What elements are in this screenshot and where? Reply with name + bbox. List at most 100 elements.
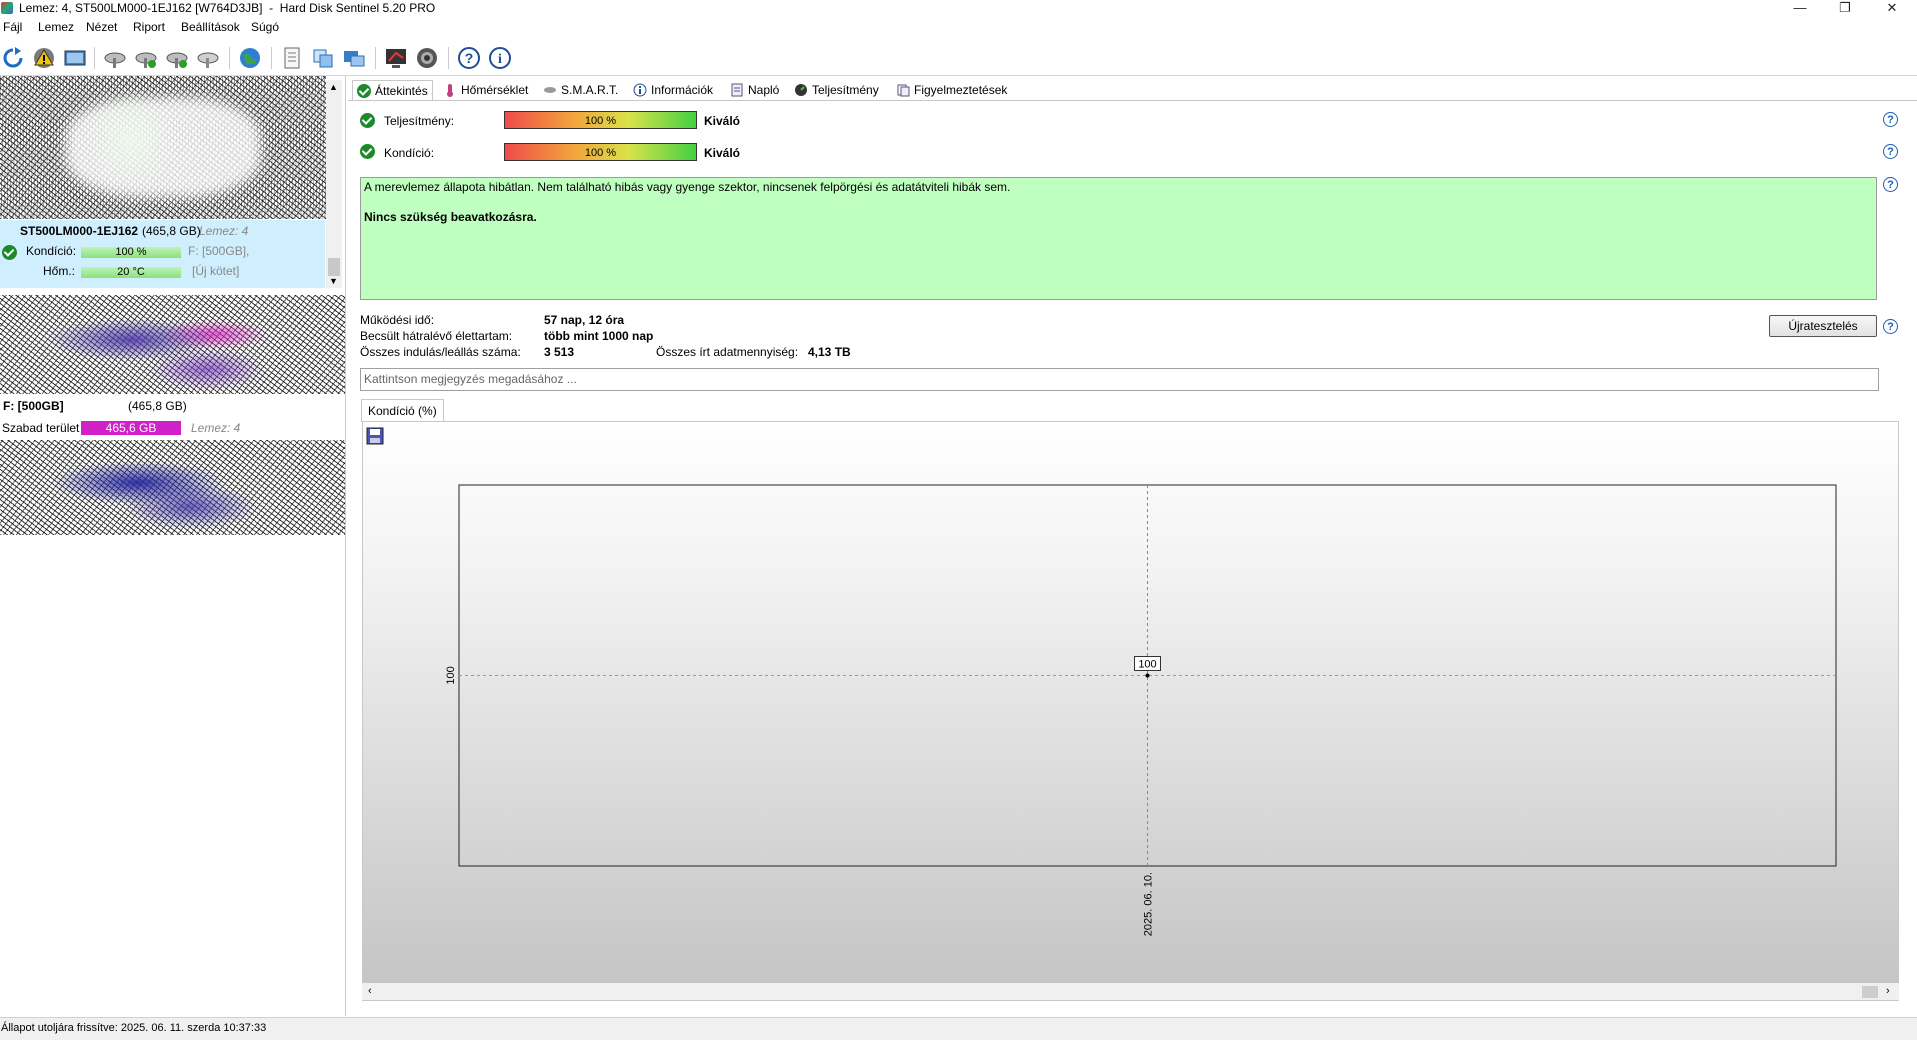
speaker-icon[interactable] xyxy=(414,45,440,71)
svg-text:i: i xyxy=(498,52,502,67)
menu-disk[interactable]: Lemez xyxy=(38,20,74,34)
chart-tab-condition[interactable]: Kondíció (%) xyxy=(361,399,444,422)
free-space-disk: Lemez: 4 xyxy=(191,421,241,435)
menu-report[interactable]: Riport xyxy=(133,20,165,34)
toolbar: ? i xyxy=(0,42,1917,74)
disk-list-scrollbar[interactable]: ▲ ▼ xyxy=(326,80,342,288)
thermometer-icon xyxy=(447,84,453,97)
health-label: Kondíció: xyxy=(384,146,435,160)
tab-bar: Áttekintés Hőmérséklet S.M.A.R.T. Inform… xyxy=(352,80,1917,101)
scroll-down-icon[interactable]: ▼ xyxy=(329,276,338,286)
minimize-button[interactable]: — xyxy=(1780,0,1820,18)
health-rating: Kiváló xyxy=(704,146,741,160)
tab-smart-label: S.M.A.R.T. xyxy=(561,83,619,97)
restore-button[interactable]: ❐ xyxy=(1825,0,1865,18)
health-ok-icon xyxy=(360,144,375,159)
temp-label: Hőm.: xyxy=(43,264,76,278)
health-help-icon[interactable]: ? xyxy=(1883,144,1898,159)
disk-image-icon[interactable] xyxy=(62,45,88,71)
disk-index: Lemez: 4 xyxy=(199,224,249,238)
disk-tool-2-icon[interactable] xyxy=(133,45,159,71)
lifetime-label: Becsült hátralévő élettartam: xyxy=(360,329,513,343)
disk-tool-1-icon[interactable] xyxy=(102,45,128,71)
volume-label: [Új kötet] xyxy=(192,264,240,278)
check-icon xyxy=(357,84,371,98)
partition-label: F: [500GB], xyxy=(188,244,250,258)
data-point xyxy=(1145,673,1150,678)
volume-activity-map-2 xyxy=(0,440,345,535)
free-space-label: Szabad terület xyxy=(2,421,80,435)
performance-ok-icon xyxy=(360,113,375,128)
summary-action: Nincs szükség beavatkozásra. xyxy=(364,210,537,224)
menu-help[interactable]: Súgó xyxy=(251,20,279,34)
uptime-label: Működési idő: xyxy=(360,313,435,327)
refresh-icon[interactable] xyxy=(0,45,26,71)
volume-activity-map xyxy=(0,295,345,394)
tab-warnings[interactable]: Figyelmeztetések xyxy=(892,80,1011,100)
close-button[interactable]: ✕ xyxy=(1872,0,1912,18)
health-gauge: 100 % xyxy=(504,143,697,161)
menu-file[interactable]: Fájl xyxy=(3,20,22,34)
tab-log[interactable]: Napló xyxy=(726,80,783,100)
disk-list-scroll-thumb[interactable] xyxy=(328,258,340,276)
report-icon[interactable] xyxy=(279,45,305,71)
x-tick-label: 2025. 06. 10. xyxy=(1143,872,1155,936)
info-icon[interactable]: i xyxy=(487,45,513,71)
condition-label: Kondíció: xyxy=(26,244,77,258)
tab-warnings-label: Figyelmeztetések xyxy=(914,83,1008,97)
data-label: 100 xyxy=(1138,659,1156,671)
transfer-icon[interactable] xyxy=(310,45,336,71)
menu-view[interactable]: Nézet xyxy=(86,20,117,34)
uptime-value: 57 nap, 12 óra xyxy=(544,313,625,327)
performance-rating: Kiváló xyxy=(704,114,741,128)
scroll-up-icon[interactable]: ▲ xyxy=(329,82,338,92)
performance-help-icon[interactable]: ? xyxy=(1883,112,1898,127)
tab-overview-label: Áttekintés xyxy=(375,84,428,98)
help-icon[interactable]: ? xyxy=(456,45,482,71)
free-space-bar: 465,6 GB xyxy=(81,421,181,435)
scroll-left-icon[interactable]: ‹ xyxy=(368,985,372,997)
alert-icon[interactable] xyxy=(31,45,57,71)
performance-gauge: 100 % xyxy=(504,111,697,129)
y-tick-label: 100 xyxy=(445,666,457,684)
disk-tool-3-icon[interactable] xyxy=(164,45,190,71)
retest-button[interactable]: Újratesztelés xyxy=(1769,315,1877,337)
temp-bar: 20 °C xyxy=(81,267,181,278)
scroll-right-icon[interactable]: › xyxy=(1886,985,1890,997)
menu-bar: Fájl Lemez Nézet Riport Beállítások Súgó xyxy=(0,20,600,38)
menu-settings[interactable]: Beállítások xyxy=(181,20,240,34)
log-icon xyxy=(731,83,743,97)
disk-name: ST500LM000-1EJ162 xyxy=(20,224,139,238)
written-value: 4,13 TB xyxy=(808,345,851,359)
condition-bar: 100 % xyxy=(81,247,181,258)
tab-information-label: Információk xyxy=(651,83,714,97)
tab-performance[interactable]: Teljesítmény xyxy=(790,80,883,100)
window-title: Lemez: 4, ST500LM000-1EJ162 [W764D3JB] -… xyxy=(19,1,436,15)
tab-temperature[interactable]: Hőmérséklet xyxy=(439,80,532,100)
tab-log-label: Napló xyxy=(748,83,780,97)
tab-temperature-label: Hőmérséklet xyxy=(461,83,529,97)
disk-card[interactable]: ST500LM000-1EJ162 (465,8 GB) Lemez: 4 Ko… xyxy=(0,220,325,288)
tab-information[interactable]: Információk xyxy=(629,80,717,100)
cloud-icon[interactable] xyxy=(341,45,367,71)
tab-overview[interactable]: Áttekintés xyxy=(352,80,433,101)
tab-smart[interactable]: S.M.A.R.T. xyxy=(539,80,622,100)
title-bar: Lemez: 4, ST500LM000-1EJ162 [W764D3JB] -… xyxy=(0,0,1917,18)
svg-text:?: ? xyxy=(465,50,474,66)
condition-ok-icon xyxy=(2,245,17,260)
globe-icon[interactable] xyxy=(237,45,263,71)
chart-scrollbar[interactable]: ‹ › xyxy=(362,983,1899,1000)
comment-input[interactable]: Kattintson megjegyzés megadásához ... xyxy=(360,368,1879,391)
performance-label: Teljesítmény: xyxy=(384,114,455,128)
summary-text: A merevlemez állapota hibátlan. Nem talá… xyxy=(364,180,1011,194)
tab-performance-label: Teljesítmény xyxy=(812,83,879,97)
monitor-icon[interactable] xyxy=(383,45,409,71)
smart-icon xyxy=(544,87,556,93)
retest-help-icon[interactable]: ? xyxy=(1883,319,1898,334)
volume-name[interactable]: F: [500GB] xyxy=(3,399,64,413)
summary-help-icon[interactable]: ? xyxy=(1883,177,1898,192)
info-icon xyxy=(633,83,647,97)
scroll-thumb[interactable] xyxy=(1862,986,1878,998)
disk-size: (465,8 GB) xyxy=(142,224,201,238)
disk-tool-4-icon[interactable] xyxy=(195,45,221,71)
